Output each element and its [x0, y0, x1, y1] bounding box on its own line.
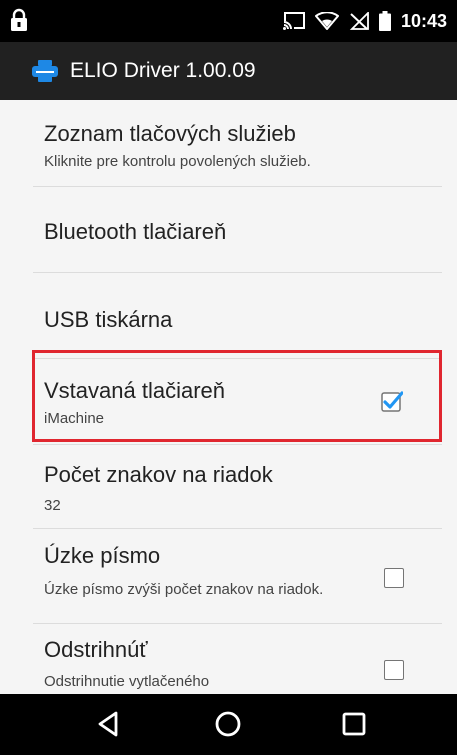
- home-icon[interactable]: [213, 709, 243, 739]
- setting-title: USB tiskárna: [44, 307, 173, 332]
- setting-cut-paper[interactable]: Odstrihnúť Odstrihnutie vytlačeného: [0, 624, 457, 694]
- battery-icon: [378, 11, 391, 31]
- narrow-font-checkbox[interactable]: [384, 568, 404, 588]
- status-bar: 10:43: [0, 0, 457, 42]
- setting-chars-per-line[interactable]: Počet znakov na riadok 32: [0, 445, 457, 531]
- lock-icon: [11, 8, 27, 31]
- app-bar: ELIO Driver 1.00.09: [0, 42, 457, 100]
- app-title: ELIO Driver 1.00.09: [70, 59, 256, 82]
- setting-print-services[interactable]: Zoznam tlačových služieb Kliknite pre ko…: [0, 100, 457, 187]
- wifi-icon: [314, 12, 339, 30]
- setting-subtitle: Odstrihnutie vytlačeného: [44, 673, 210, 690]
- navigation-bar: [0, 694, 457, 755]
- setting-title: Úzke písmo: [44, 543, 161, 568]
- printer-icon: [32, 60, 58, 82]
- highlight-box: [32, 350, 442, 442]
- status-time: 10:43: [400, 10, 447, 31]
- setting-title: Počet znakov na riadok: [44, 462, 273, 487]
- cut-paper-checkbox[interactable]: [384, 660, 404, 680]
- setting-narrow-font[interactable]: Úzke písmo Úzke písmo zvýši počet znakov…: [0, 529, 457, 623]
- setting-usb-printer[interactable]: USB tiskárna: [0, 273, 457, 359]
- no-sim-icon: [349, 12, 369, 30]
- setting-subtitle: Kliknite pre kontrolu povolených služieb…: [44, 153, 311, 170]
- cast-icon: [282, 12, 305, 30]
- back-icon[interactable]: [94, 709, 124, 739]
- setting-subtitle: 32: [44, 497, 61, 514]
- setting-bluetooth-printer[interactable]: Bluetooth tlačiareň: [0, 187, 457, 273]
- recents-icon[interactable]: [339, 709, 369, 739]
- setting-title: Zoznam tlačových služieb: [44, 121, 296, 146]
- setting-title: Bluetooth tlačiareň: [44, 219, 227, 244]
- setting-title: Odstrihnúť: [44, 637, 148, 662]
- setting-subtitle: Úzke písmo zvýši počet znakov na riadok.: [44, 581, 324, 598]
